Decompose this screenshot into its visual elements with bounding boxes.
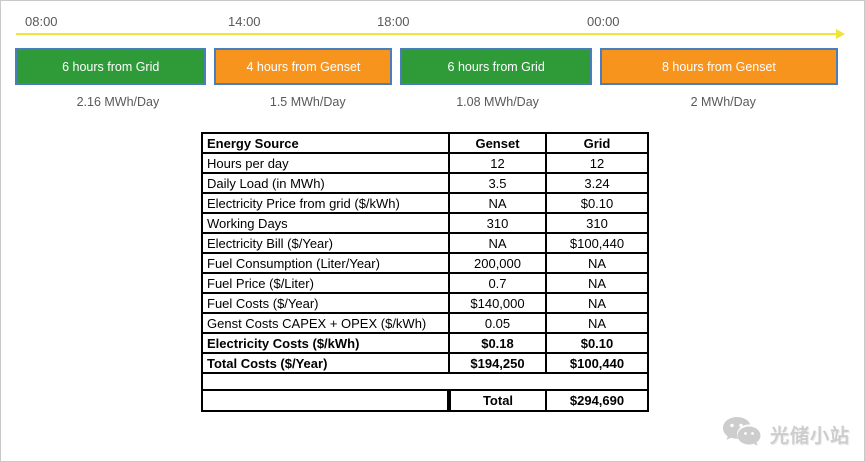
cell-grid-value: NA xyxy=(546,273,648,293)
cell-genset-value: $140,000 xyxy=(449,293,546,313)
segment-label: 8 hours from Genset xyxy=(662,60,776,74)
cell-genset-value: 0.7 xyxy=(449,273,546,293)
cell-grid-value: 310 xyxy=(546,213,648,233)
cell-grid-value: $100,440 xyxy=(546,233,648,253)
wechat-icon xyxy=(721,415,765,453)
cell-label: Fuel Consumption (Liter/Year) xyxy=(202,253,449,273)
cell-genset-value: 12 xyxy=(449,153,546,173)
cell-label: Electricity Bill ($/Year) xyxy=(202,233,449,253)
table-row: Fuel Price ($/Liter)0.7NA xyxy=(202,273,648,293)
table-body: Hours per day1212Daily Load (in MWh)3.53… xyxy=(202,153,648,373)
segment-label: 4 hours from Genset xyxy=(246,60,360,74)
time-label-1400: 14:00 xyxy=(228,14,261,29)
spacer-cell xyxy=(202,373,648,390)
grand-total-value: $294,690 xyxy=(546,390,648,411)
time-label-1800: 18:00 xyxy=(377,14,410,29)
slide-canvas: 08:00 14:00 18:00 00:00 6 hours from Gri… xyxy=(0,0,865,462)
cell-genset-value: 0.05 xyxy=(449,313,546,333)
cell-grid-value: $0.10 xyxy=(546,193,648,213)
cell-label: Hours per day xyxy=(202,153,449,173)
cell-grid-value: 3.24 xyxy=(546,173,648,193)
mwh-per-day-label-3: 2 MWh/Day xyxy=(608,95,838,109)
cell-genset-value: $0.18 xyxy=(449,333,546,353)
table-row: Daily Load (in MWh)3.53.24 xyxy=(202,173,648,193)
timeline-bars: 6 hours from Grid 4 hours from Genset 6 ho… xyxy=(15,48,838,85)
cell-grid-value: NA xyxy=(546,313,648,333)
table-row: Fuel Consumption (Liter/Year)200,000NA xyxy=(202,253,648,273)
cell-label: Genst Costs CAPEX + OPEX ($/kWh) xyxy=(202,313,449,333)
cell-genset-value: 200,000 xyxy=(449,253,546,273)
cell-genset-value: $194,250 xyxy=(449,353,546,373)
cell-label: Total Costs ($/Year) xyxy=(202,353,449,373)
table-row: Hours per day1212 xyxy=(202,153,648,173)
cell-grid-value: NA xyxy=(546,293,648,313)
cell-label: Fuel Costs ($/Year) xyxy=(202,293,449,313)
table-row: Fuel Costs ($/Year)$140,000NA xyxy=(202,293,648,313)
table-row: Electricity Bill ($/Year)NA$100,440 xyxy=(202,233,648,253)
cell-grid-value: 12 xyxy=(546,153,648,173)
time-label-0000: 00:00 xyxy=(587,14,620,29)
spacer-row xyxy=(202,373,648,390)
cell-label: Electricity Price from grid ($/kWh) xyxy=(202,193,449,213)
table-row: Genst Costs CAPEX + OPEX ($/kWh)0.05NA xyxy=(202,313,648,333)
grand-total-empty-cell xyxy=(202,390,449,411)
cell-genset-value: 3.5 xyxy=(449,173,546,193)
segment-label: 6 hours from Grid xyxy=(448,60,545,74)
watermark-text: 光储小站 xyxy=(770,421,850,448)
cell-genset-value: NA xyxy=(449,233,546,253)
header-genset: Genset xyxy=(449,133,546,153)
mwh-per-day-label-0: 2.16 MWh/Day xyxy=(15,95,221,109)
table-row: Working Days310310 xyxy=(202,213,648,233)
timeline-segment-genset-3: 8 hours from Genset xyxy=(600,48,838,85)
timeline-segment-grid-0: 6 hours from Grid xyxy=(15,48,206,85)
time-label-0800: 08:00 xyxy=(25,14,58,29)
cell-genset-value: NA xyxy=(449,193,546,213)
table-row: Electricity Price from grid ($/kWh)NA$0.… xyxy=(202,193,648,213)
cell-grid-value: $0.10 xyxy=(546,333,648,353)
mwh-per-day-label-1: 1.5 MWh/Day xyxy=(229,95,387,109)
mwh-per-day-label-2: 1.08 MWh/Day xyxy=(395,95,601,109)
segment-label: 6 hours from Grid xyxy=(62,60,159,74)
header-grid: Grid xyxy=(546,133,648,153)
cell-label: Electricity Costs ($/kWh) xyxy=(202,333,449,353)
cell-label: Daily Load (in MWh) xyxy=(202,173,449,193)
table-header-row: Energy Source Genset Grid xyxy=(202,133,648,153)
timeline-segment-grid-2: 6 hours from Grid xyxy=(400,48,591,85)
watermark: 光储小站 xyxy=(721,415,850,453)
timeline-segment-genset-1: 4 hours from Genset xyxy=(214,48,392,85)
energy-cost-table: Energy Source Genset Grid Hours per day1… xyxy=(201,132,649,412)
header-energy-source: Energy Source xyxy=(202,133,449,153)
cell-grid-value: $100,440 xyxy=(546,353,648,373)
cell-label: Working Days xyxy=(202,213,449,233)
table-row: Total Costs ($/Year)$194,250$100,440 xyxy=(202,353,648,373)
grand-total-row: Total $294,690 xyxy=(202,390,648,411)
cell-label: Fuel Price ($/Liter) xyxy=(202,273,449,293)
energy-per-day-labels: 2.16 MWh/Day 1.5 MWh/Day 1.08 MWh/Day 2 MWh… xyxy=(15,95,838,109)
cell-grid-value: NA xyxy=(546,253,648,273)
table-row: Electricity Costs ($/kWh)$0.18$0.10 xyxy=(202,333,648,353)
cell-genset-value: 310 xyxy=(449,213,546,233)
timeline-arrow xyxy=(16,33,836,35)
grand-total-label: Total xyxy=(449,390,546,411)
